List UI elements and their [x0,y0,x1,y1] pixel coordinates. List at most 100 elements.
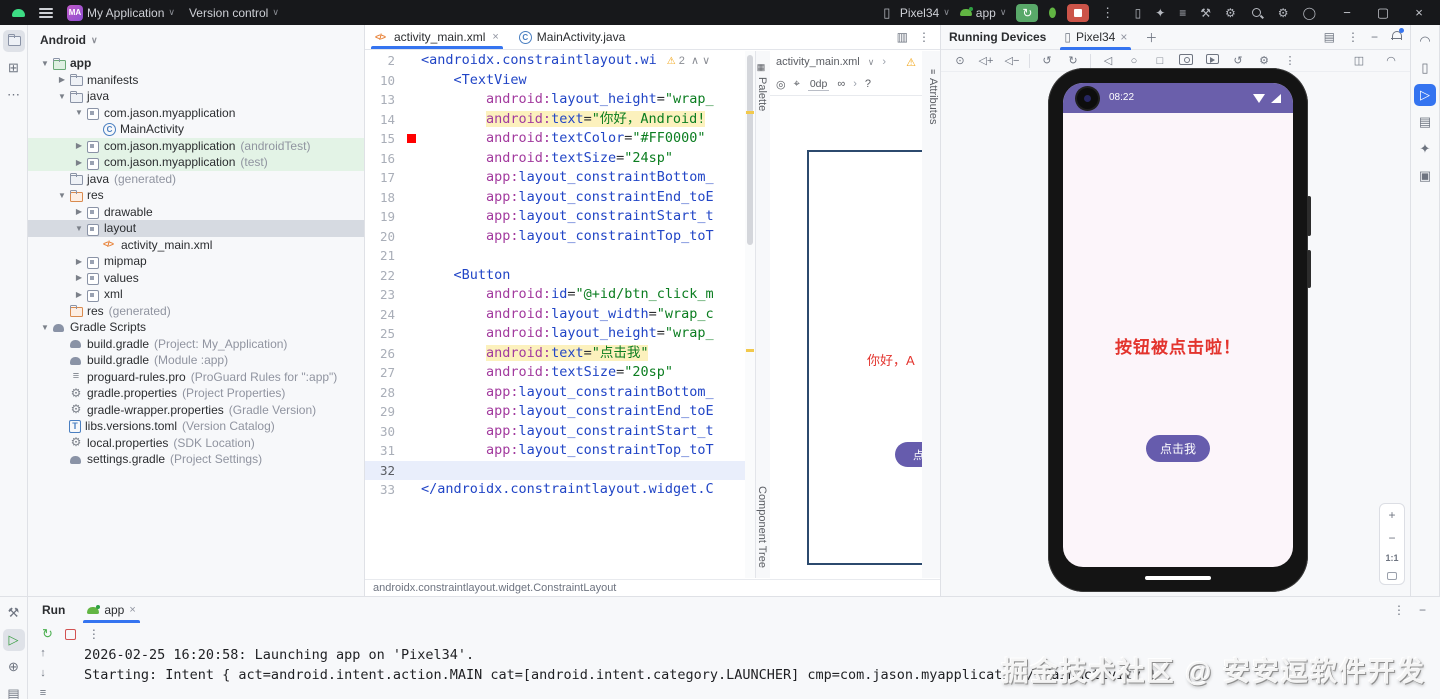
code-line-14[interactable]: 14 android:text="你好，Android! [365,110,755,130]
maximize-button[interactable]: ▢ [1370,5,1396,21]
code-line-2[interactable]: 2 <androidx.constraintlayout.wi ⚠ 2 ∧ ∨ [365,51,755,71]
tree-item-activity-main-xml[interactable]: </> activity_main.xml [28,237,364,254]
zoom-out-button[interactable]: − [1388,531,1395,545]
tool-strip-device-manager[interactable]: ▯ [1414,57,1436,79]
pointer-icon[interactable]: ⌖ [794,78,800,91]
extended-controls-icon[interactable]: ◠ [1386,55,1396,67]
extended-controls-button[interactable]: ◠ [1380,54,1402,67]
palette-tab[interactable]: ▦ Palette [756,63,768,111]
chevron-right-icon[interactable]: › [882,56,886,68]
tree-item-mipmap[interactable]: ▶ mipmap [28,253,364,270]
code-line-18[interactable]: 18 app:layout_constraintEnd_toE [365,188,755,208]
commit-icon[interactable]: ≡ [1179,6,1186,20]
tree-item-settings-gradle[interactable]: settings.gradle (Project Settings) [28,451,364,468]
color-preview-red[interactable] [406,134,416,143]
home-icon[interactable]: ○ [1131,55,1138,67]
tree-item-build-gradle[interactable]: build.gradle (Module :app) [28,352,364,369]
expand-arrow-icon[interactable]: ▶ [72,290,86,299]
tree-item-drawable[interactable]: ▶ drawable [28,204,364,221]
code-line-29[interactable]: 29 app:layout_constraintEnd_toE [365,402,755,422]
record-button[interactable] [1201,54,1223,67]
rotate-left-button[interactable]: ↺ [1036,54,1058,67]
help-icon[interactable]: ? [865,78,871,90]
run-configuration-selector[interactable]: app ∨ [959,6,1006,20]
project-view-selector[interactable]: Android [40,33,86,47]
volume-down-icon[interactable]: ◁− [1005,55,1020,67]
gradle-icon[interactable]: ◠ [1419,33,1430,49]
scrollbar-thumb[interactable] [747,55,753,245]
tool-strip-app-insights[interactable]: ▣ [1414,165,1436,187]
more-icon[interactable]: ⋮ [88,627,100,641]
device-tab-pixel34[interactable]: ▯ Pixel34 × [1060,25,1132,50]
more-icon[interactable]: ⋮ [1393,603,1405,617]
tree-item-manifests[interactable]: ▶ manifests [28,72,364,89]
expand-arrow-icon[interactable]: ▼ [55,191,69,200]
rotate-right-icon[interactable]: ↻ [1068,55,1077,67]
close-tab-icon[interactable]: × [492,31,498,43]
expand-arrow-icon[interactable]: ▶ [72,158,86,167]
more-icon[interactable]: ⋯ [7,87,20,103]
expand-arrow-icon[interactable]: ▼ [72,224,86,233]
run-tab-app[interactable]: app × [83,597,141,623]
tree-item-java[interactable]: java (generated) [28,171,364,188]
gemini-icon[interactable]: ✦ [1420,141,1431,157]
device-settings-icon[interactable]: ⚙ [1259,55,1269,67]
expand-arrow-icon[interactable]: ▶ [72,207,86,216]
power-icon[interactable]: ⊙ [955,55,964,67]
ai-assistant-icon[interactable]: ✦ [1155,6,1165,20]
more-icon[interactable]: ⋮ [1279,54,1301,67]
code-line-25[interactable]: 25 android:layout_height="wrap_ [365,324,755,344]
tree-item-xml[interactable]: ▶ xml [28,286,364,303]
editor-scrollbar[interactable] [745,51,755,578]
running-devices-icon[interactable]: ▷ [1420,87,1430,103]
structure-icon[interactable]: ⊞ [8,60,19,76]
tree-item-app[interactable]: ▼ app [28,55,364,72]
overview-icon[interactable]: □ [1157,55,1164,67]
view-options-icon[interactable]: ◎ [776,78,786,91]
home-button[interactable]: ○ [1123,55,1145,67]
code-line-22[interactable]: 22 <Button [365,266,755,286]
tool-strip-build[interactable]: ⚒ [3,602,25,624]
fit-to-screen-button[interactable] [1387,571,1397,580]
device-selector[interactable]: ▯ Pixel34 ∨ [878,5,950,21]
code-line-17[interactable]: 17 app:layout_constraintBottom_ [365,168,755,188]
constraint-chain-icon[interactable]: ∞ [837,78,845,90]
volume-up-icon[interactable]: ◁+ [979,55,994,67]
project-icon[interactable] [7,33,21,49]
code-line-15[interactable]: 15 android:textColor="#FF0000" [365,129,755,149]
rotate-left-icon[interactable]: ↺ [1042,55,1051,67]
expand-arrow-icon[interactable]: ▼ [55,92,69,101]
expand-arrow-icon[interactable]: ▶ [72,273,86,282]
code-line-23[interactable]: 23 android:id="@+id/btn_click_m [365,285,755,305]
tool-strip-logcat[interactable]: ▤ [3,683,25,699]
expand-arrow-icon[interactable]: ▼ [38,323,52,332]
close-tab-icon[interactable]: × [1120,30,1127,44]
code-line-30[interactable]: 30 app:layout_constraintStart_t [365,422,755,442]
logcat-icon[interactable]: ▤ [7,686,19,699]
project-widget[interactable]: MA My Application ∨ [67,4,175,21]
app-click-button[interactable]: 点击我 [1146,435,1210,462]
app-insights-icon[interactable]: ▣ [1419,168,1431,184]
tree-item-libs-versions-toml[interactable]: Tlibs.versions.toml (Version Catalog) [28,418,364,435]
display-mode-button[interactable]: ◫ [1348,54,1370,67]
design-canvas[interactable]: 你好，A 点击 [770,96,922,578]
tree-item-layout[interactable]: ▼ layout [28,220,364,237]
power-button[interactable]: ⊙ [949,54,971,67]
tree-item-mainactivity[interactable]: C MainActivity [28,121,364,138]
volume-up-button[interactable]: ◁+ [975,54,997,67]
tree-item-gradle-wrapper-properties[interactable]: ⚙ gradle-wrapper.properties (Gradle Versio… [28,402,364,419]
tree-item-java[interactable]: ▼ java [28,88,364,105]
build-icon[interactable]: ⚒ [8,605,20,621]
main-menu-icon[interactable] [39,6,53,20]
chevron-right-icon[interactable]: › [853,78,857,90]
screenshot-icon[interactable] [1179,53,1193,65]
expand-arrow-icon[interactable]: ▶ [55,75,69,84]
breadcrumb[interactable]: androidx.constraintlayout.widget.Constra… [365,579,940,596]
sdk-manager-icon[interactable]: ⚙ [1225,6,1236,20]
code-line-24[interactable]: 24 android:layout_width="wrap_c [365,305,755,325]
tool-strip-structure[interactable]: ⊞ [3,57,25,79]
tab-mainactivity-java[interactable]: C MainActivity.java [509,25,635,49]
tool-strip-more[interactable]: ⋯ [3,84,25,106]
code-line-26[interactable]: 26 android:text="点击我" [365,344,755,364]
expand-arrow-icon[interactable]: ▼ [72,108,86,117]
